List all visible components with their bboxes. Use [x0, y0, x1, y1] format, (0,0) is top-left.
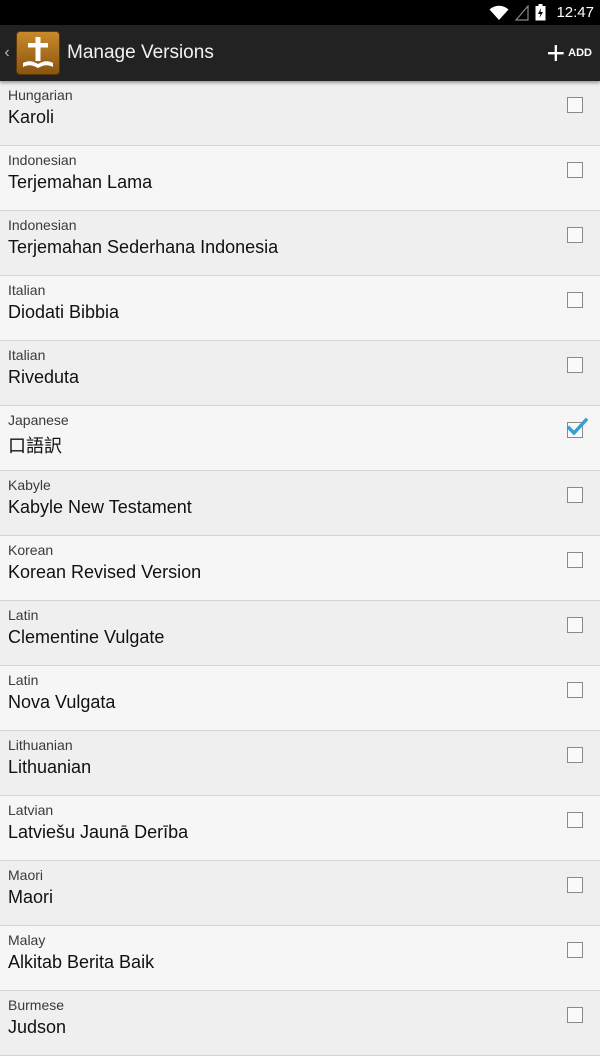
list-item[interactable]: Kabyle Kabyle New Testament [0, 471, 600, 536]
version-language: Japanese [8, 412, 69, 428]
version-name: Latviešu Jaunā Derība [8, 822, 189, 842]
checkmark-icon [566, 418, 588, 436]
version-name: Riveduta [8, 367, 80, 387]
version-language: Lithuanian [8, 737, 73, 753]
plus-icon: + [546, 35, 566, 71]
list-item[interactable]: Korean Korean Revised Version [0, 536, 600, 601]
add-button-label: ADD [568, 47, 592, 59]
version-checkbox[interactable] [567, 227, 583, 243]
version-language: Indonesian [8, 152, 77, 168]
version-language: Maori [8, 867, 44, 883]
wifi-icon [489, 5, 509, 21]
version-name: Terjemahan Lama [8, 172, 153, 192]
version-name: Karoli [8, 107, 55, 127]
battery-icon [535, 4, 546, 21]
page-title: Manage Versions [67, 42, 214, 63]
list-item[interactable]: Malay Alkitab Berita Baik [0, 926, 600, 991]
list-item[interactable]: Latin Clementine Vulgate [0, 601, 600, 666]
version-language: Kabyle [8, 477, 51, 493]
version-language: Hungarian [8, 87, 73, 103]
version-language: Italian [8, 347, 46, 363]
version-checkbox[interactable] [567, 747, 583, 763]
list-item[interactable]: Italian Diodati Bibbia [0, 276, 600, 341]
app-logo-bible-icon[interactable] [16, 31, 60, 75]
list-item[interactable]: Italian Riveduta [0, 341, 600, 406]
list-item[interactable]: Latvian Latviešu Jaunā Derība [0, 796, 600, 861]
list-item[interactable]: Maori Maori [0, 861, 600, 926]
version-checkbox[interactable] [567, 97, 583, 113]
version-name: Clementine Vulgate [8, 627, 165, 647]
version-language: Malay [8, 932, 46, 948]
version-name: Kabyle New Testament [8, 497, 192, 517]
version-language: Latin [8, 672, 39, 688]
version-checkbox[interactable] [567, 292, 583, 308]
version-language: Italian [8, 282, 46, 298]
signal-icon [515, 4, 530, 21]
back-caret-icon[interactable]: ‹ [0, 25, 14, 81]
version-name: Judson [8, 1017, 67, 1037]
version-checkbox[interactable] [567, 487, 583, 503]
version-checkbox[interactable] [567, 877, 583, 893]
version-checkbox[interactable] [567, 617, 583, 633]
version-checkbox[interactable] [567, 942, 583, 958]
version-checkbox[interactable] [567, 357, 583, 373]
list-item[interactable]: Latin Nova Vulgata [0, 666, 600, 731]
version-name: 口語訳 [8, 436, 62, 456]
version-name: Nova Vulgata [8, 692, 116, 712]
list-item[interactable]: Japanese 口語訳 [0, 406, 600, 471]
version-language: Korean [8, 542, 54, 558]
version-name: Diodati Bibbia [8, 302, 120, 322]
list-item[interactable]: Hungarian Karoli [0, 81, 600, 146]
version-language: Latvian [8, 802, 54, 818]
list-item[interactable]: Lithuanian Lithuanian [0, 731, 600, 796]
version-language: Burmese [8, 997, 65, 1013]
version-name: Korean Revised Version [8, 562, 202, 582]
list-item[interactable]: Indonesian Terjemahan Lama [0, 146, 600, 211]
version-name: Lithuanian [8, 757, 92, 777]
version-name: Maori [8, 887, 54, 907]
version-checkbox[interactable] [566, 418, 588, 438]
version-language: Indonesian [8, 217, 77, 233]
status-time: 12:47 [556, 4, 594, 21]
action-bar: ‹ Manage Versions + ADD [0, 25, 600, 81]
version-checkbox[interactable] [567, 812, 583, 828]
version-checkbox[interactable] [567, 1007, 583, 1023]
list-item[interactable]: Indonesian Terjemahan Sederhana Indonesia [0, 211, 600, 276]
version-checkbox[interactable] [567, 552, 583, 568]
version-name: Alkitab Berita Baik [8, 952, 155, 972]
status-bar: 12:47 [0, 0, 600, 25]
version-language: Latin [8, 607, 39, 623]
add-version-button[interactable]: + ADD [546, 25, 592, 81]
version-list: Hungarian Karoli Indonesian Terjemahan Lama… [0, 81, 600, 1056]
version-name: Terjemahan Sederhana Indonesia [8, 237, 279, 257]
version-checkbox[interactable] [567, 682, 583, 698]
version-checkbox[interactable] [567, 162, 583, 178]
